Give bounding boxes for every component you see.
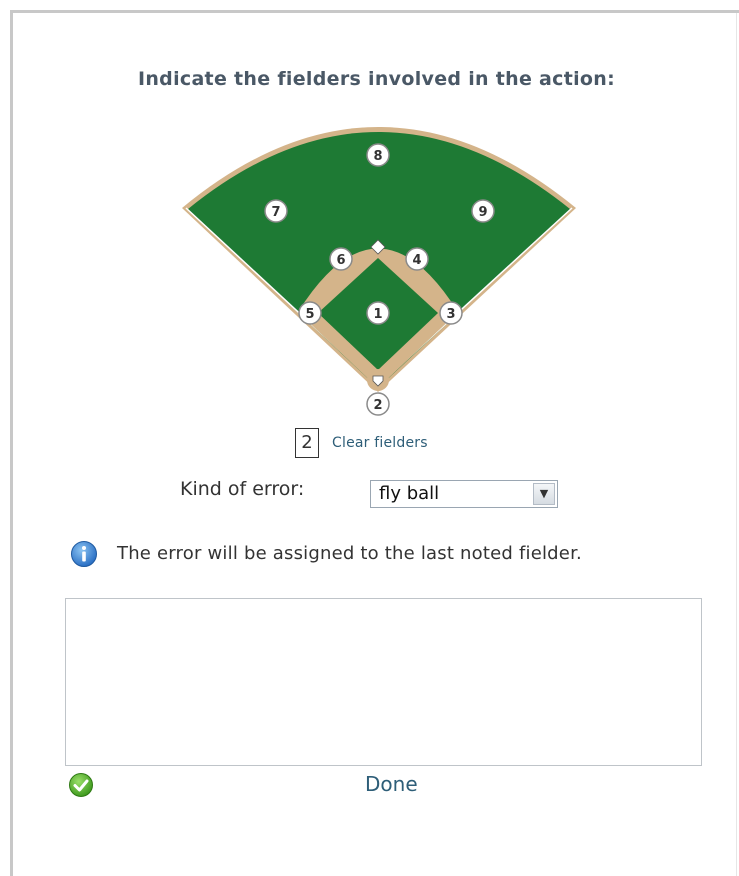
fielder-6-label: 6 <box>336 253 345 268</box>
selected-fielders-display: 2 <box>295 428 319 458</box>
fielder-2-label: 2 <box>373 398 382 413</box>
fielder-8-button[interactable]: 8 <box>366 143 390 167</box>
done-button[interactable]: Done <box>365 772 418 796</box>
fielder-7-button[interactable]: 7 <box>264 199 288 223</box>
fielder-6-button[interactable]: 6 <box>329 247 353 271</box>
fielder-7-label: 7 <box>271 205 280 220</box>
clear-fielders-link[interactable]: Clear fielders <box>332 435 428 451</box>
info-icon <box>71 541 97 567</box>
baseball-field-diagram: 1 2 3 4 5 6 7 8 9 <box>182 127 576 416</box>
fielder-2-button[interactable]: 2 <box>366 392 390 416</box>
error-kind-select[interactable]: fly ball ▼ <box>370 480 558 508</box>
fielder-5-label: 5 <box>305 307 314 322</box>
fielder-3-button[interactable]: 3 <box>439 301 463 325</box>
chevron-down-icon[interactable]: ▼ <box>533 483 555 505</box>
fielder-1-label: 1 <box>373 307 382 322</box>
error-kind-selected-value: fly ball <box>379 483 440 504</box>
notes-textarea[interactable] <box>65 598 702 766</box>
fielder-4-label: 4 <box>412 253 421 268</box>
fielder-3-label: 3 <box>446 307 455 322</box>
checkmark-icon <box>69 773 93 797</box>
fielder-8-label: 8 <box>373 149 382 164</box>
fielder-1-button[interactable]: 1 <box>366 301 390 325</box>
error-kind-label: Kind of error: <box>180 478 305 500</box>
fielder-4-button[interactable]: 4 <box>405 247 429 271</box>
fielder-5-button[interactable]: 5 <box>298 301 322 325</box>
info-message: The error will be assigned to the last n… <box>117 543 582 564</box>
fielder-9-label: 9 <box>478 205 487 220</box>
fielder-9-button[interactable]: 9 <box>471 199 495 223</box>
